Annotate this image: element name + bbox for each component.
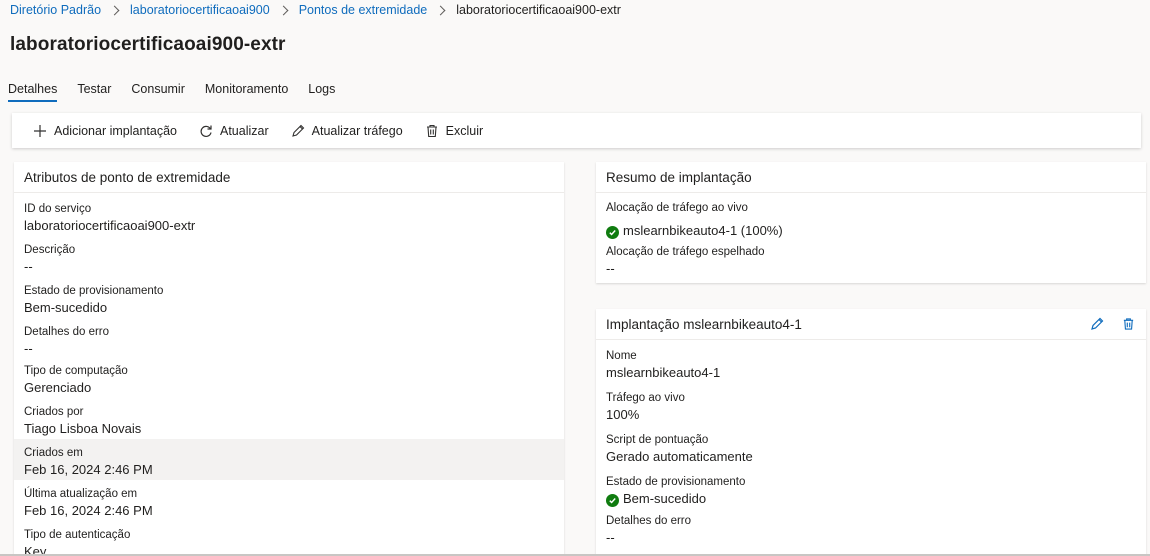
tab-logs[interactable]: Logs: [308, 82, 335, 106]
field-value: --: [24, 341, 33, 356]
refresh-button[interactable]: Atualizar: [198, 123, 269, 139]
scoring-script-field: Script de pontuação Gerado automaticamen…: [606, 426, 1146, 468]
live-traffic-allocation-label: Alocação de tráfego ao vivo: [606, 202, 748, 214]
field-label: Tipo de autenticação: [24, 529, 131, 541]
chevron-right-icon: [435, 5, 446, 15]
field-value: Feb 16, 2024 2:46 PM: [24, 503, 153, 518]
delete-trash-icon[interactable]: [1120, 316, 1136, 332]
auth-type-field: Tipo de autenticação Key: [24, 521, 564, 556]
field-label: Última atualização em: [24, 488, 138, 500]
field-label: Criados em: [24, 447, 83, 459]
delete-button[interactable]: Excluir: [424, 123, 484, 139]
mirror-traffic-allocation-label: Alocação de tráfego espelhado: [606, 246, 765, 258]
service-id-field: ID do serviço laboratoriocertificaoai900…: [24, 195, 564, 236]
breadcrumb-workspace[interactable]: laboratoriocertificaoai900: [130, 3, 270, 17]
field-value: Bem-sucedido: [606, 490, 1146, 508]
command-bar: Adicionar implantação Atualizar Atualiza…: [12, 113, 1141, 148]
breadcrumb: Diretório Padrão laboratoriocertificaoai…: [10, 3, 621, 17]
field-value: 100%: [606, 407, 640, 422]
deployment-details-card: Implantação mslearnbikeauto4-1 Nome msle…: [596, 309, 1146, 556]
deployment-provisioning-field: Estado de provisionamento Bem-sucedido: [606, 468, 1146, 507]
breadcrumb-current: laboratoriocertificaoai900-extr: [456, 3, 621, 17]
deployment-details-title: Implantação mslearnbikeauto4-1: [606, 316, 802, 332]
tab-bar: Detalhes Testar Consumir Monitoramento L…: [8, 82, 355, 106]
field-label: Detalhes do erro: [606, 515, 692, 527]
error-details-field: Detalhes do erro --: [24, 318, 564, 357]
field-value: Tiago Lisboa Novais: [24, 421, 142, 436]
field-value: Gerado automaticamente: [606, 449, 753, 464]
chevron-right-icon: [109, 5, 120, 15]
field-value: mslearnbikeauto4-1: [606, 365, 721, 380]
tab-consume[interactable]: Consumir: [131, 82, 185, 106]
update-traffic-button[interactable]: Atualizar tráfego: [290, 123, 403, 139]
mirror-traffic-allocation-value: --: [606, 261, 615, 276]
edit-pencil-icon[interactable]: [1089, 316, 1105, 332]
field-value: Feb 16, 2024 2:46 PM: [24, 462, 153, 477]
plus-icon: [32, 123, 48, 139]
live-traffic-field: Tráfego ao vivo 100%: [606, 384, 1146, 426]
deployment-summary-title: Resumo de implantação: [596, 162, 1146, 193]
field-label: Detalhes do erro: [24, 326, 110, 338]
field-label: Estado de provisionamento: [24, 285, 164, 297]
last-updated-field: Última atualização em Feb 16, 2024 2:46 …: [24, 480, 564, 521]
pencil-icon: [290, 123, 306, 139]
breadcrumb-endpoints[interactable]: Pontos de extremidade: [299, 3, 428, 17]
add-deployment-label: Adicionar implantação: [54, 123, 177, 138]
field-value: --: [606, 530, 615, 545]
live-traffic-allocation-value: mslearnbikeauto4-1 (100%): [606, 222, 1146, 240]
endpoint-details-page: Diretório Padrão laboratoriocertificaoai…: [0, 0, 1150, 556]
refresh-icon: [198, 123, 214, 139]
deployment-error-field: Detalhes do erro --: [606, 507, 1146, 548]
refresh-label: Atualizar: [220, 123, 269, 138]
field-label: Script de pontuação: [606, 434, 709, 446]
provisioning-status: Bem-sucedido: [623, 491, 707, 506]
success-check-icon: [606, 494, 619, 507]
field-value: Bem-sucedido: [24, 300, 108, 315]
deployment-details-header: Implantação mslearnbikeauto4-1: [596, 309, 1146, 340]
field-label: Nome: [606, 350, 637, 362]
field-label: Descrição: [24, 244, 76, 256]
endpoint-attributes-card: Atributos de ponto de extremidade ID do …: [14, 162, 564, 556]
tab-monitoring[interactable]: Monitoramento: [205, 82, 288, 106]
update-traffic-label: Atualizar tráfego: [311, 123, 403, 138]
field-label: ID do serviço: [24, 203, 92, 215]
field-value: Gerenciado: [24, 380, 92, 395]
deployment-actions: [1074, 316, 1136, 332]
endpoint-attributes-title: Atributos de ponto de extremidade: [14, 162, 564, 193]
provisioning-state-field: Estado de provisionamento Bem-sucedido: [24, 277, 564, 318]
field-value: --: [24, 259, 33, 274]
chevron-right-icon: [278, 5, 289, 15]
compute-type-field: Tipo de computação Gerenciado: [24, 357, 564, 398]
deployment-summary-card: Resumo de implantação Alocação de tráfeg…: [596, 162, 1146, 283]
field-label: Criados por: [24, 406, 84, 418]
live-traffic-deployment: mslearnbikeauto4-1 (100%): [623, 223, 783, 238]
delete-label: Excluir: [445, 123, 484, 138]
created-by-field: Criados por Tiago Lisboa Novais: [24, 398, 564, 439]
field-label: Tipo de computação: [24, 365, 128, 377]
field-label: Tráfego ao vivo: [606, 392, 685, 404]
description-field: Descrição --: [24, 236, 564, 277]
breadcrumb-default-directory[interactable]: Diretório Padrão: [10, 3, 101, 17]
created-at-field: Criados em Feb 16, 2024 2:46 PM: [14, 439, 564, 480]
deployment-name-field: Nome mslearnbikeauto4-1: [606, 342, 1146, 384]
success-check-icon: [606, 226, 619, 239]
trash-icon: [424, 123, 440, 139]
field-value: laboratoriocertificaoai900-extr: [24, 218, 196, 233]
tab-test[interactable]: Testar: [77, 82, 111, 106]
field-label: Estado de provisionamento: [606, 476, 746, 488]
page-title: laboratoriocertificaoai900-extr: [10, 34, 286, 55]
tab-details[interactable]: Detalhes: [8, 82, 58, 106]
add-deployment-button[interactable]: Adicionar implantação: [32, 123, 177, 139]
